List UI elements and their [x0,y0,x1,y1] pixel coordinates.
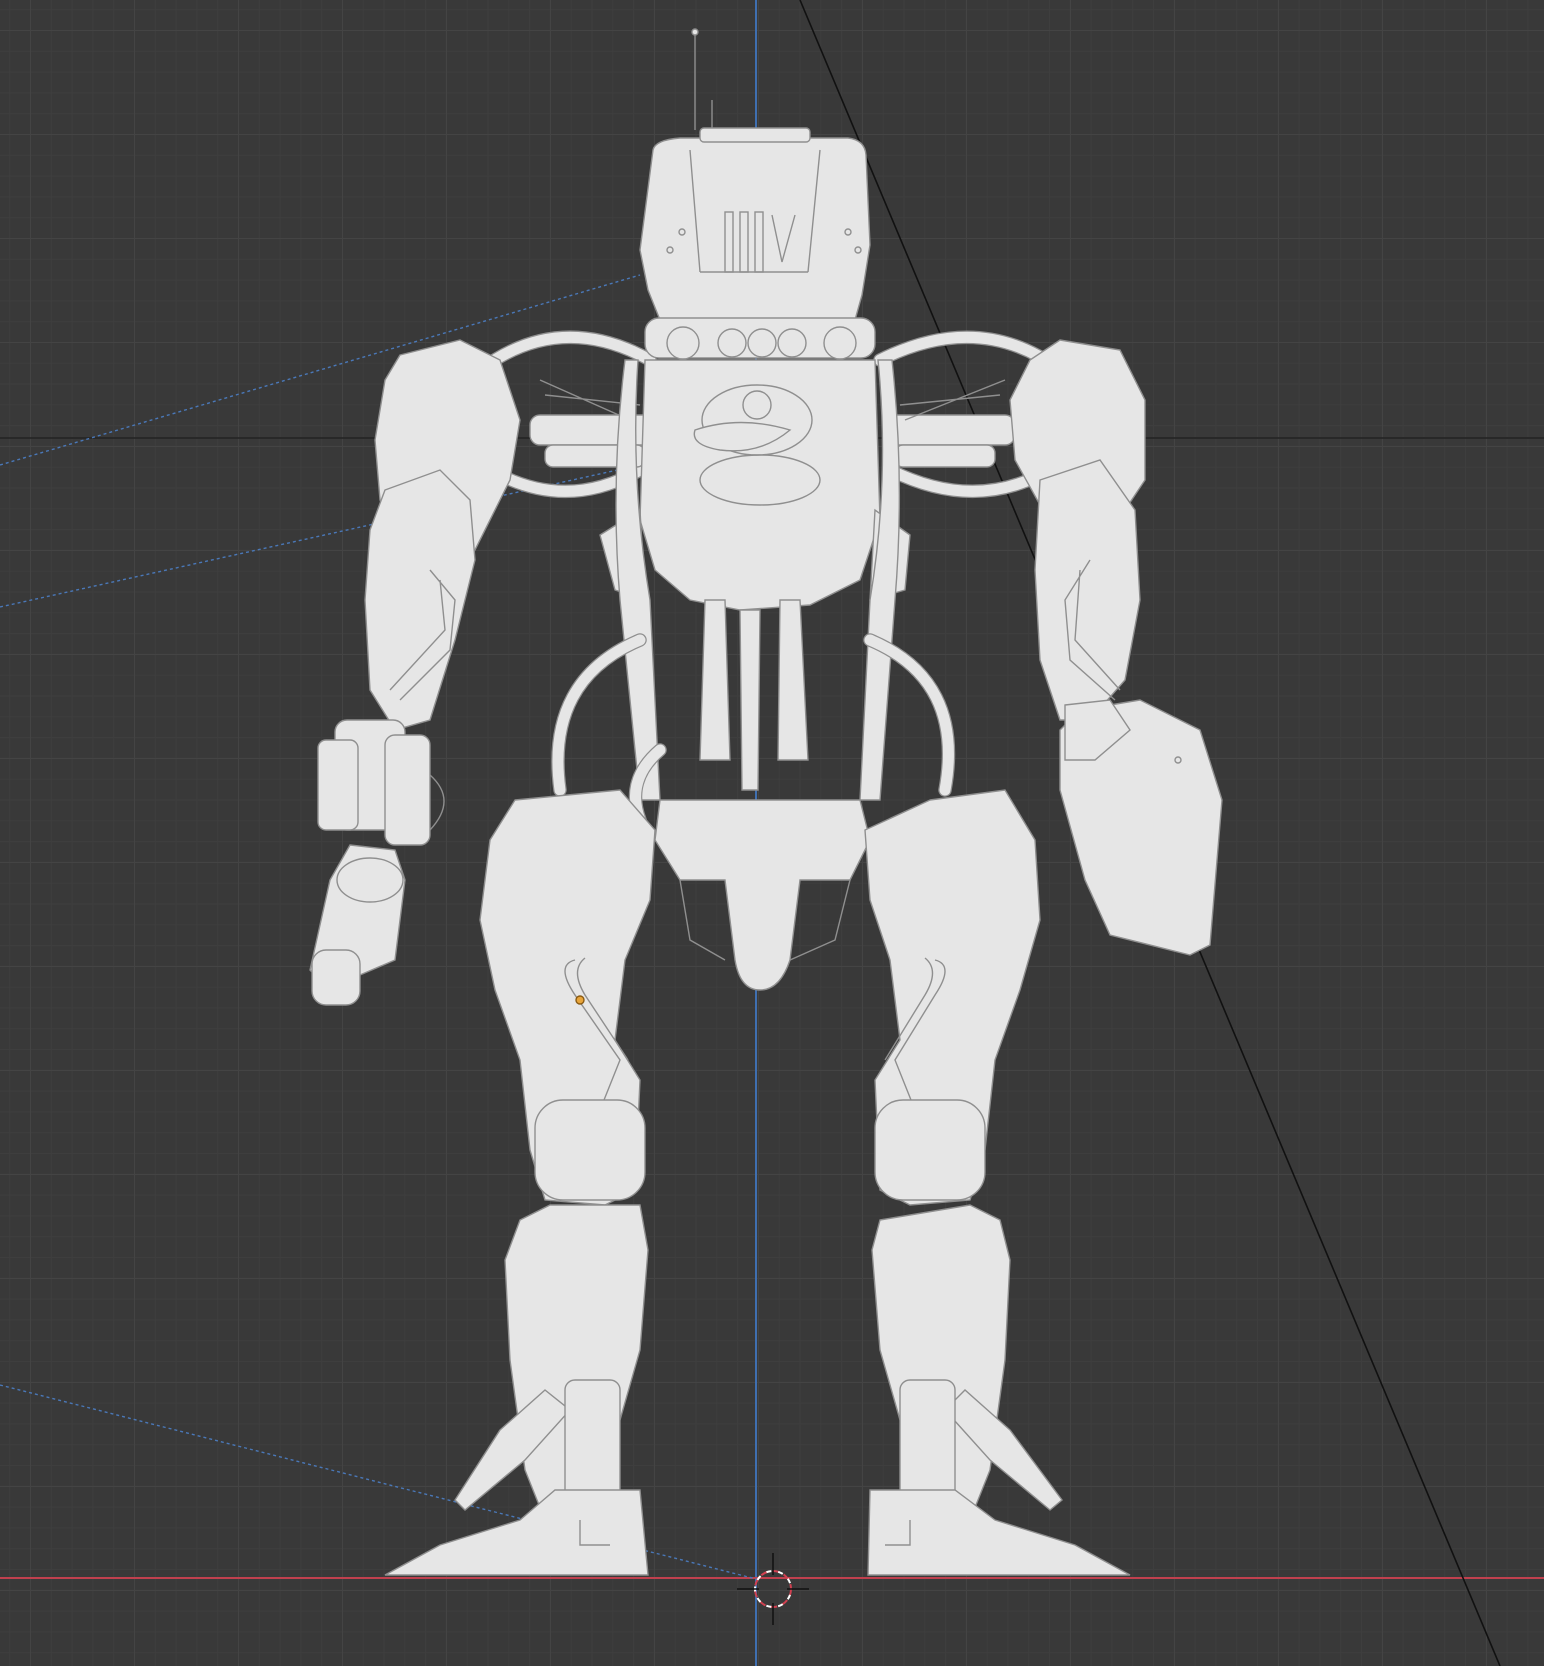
robot-collar [644,317,876,360]
robot-right-arm[interactable] [1009,339,1223,956]
3d-viewport[interactable] [0,0,1544,1666]
robot-left-leg[interactable] [384,789,656,1576]
viewport-canvas[interactable] [0,0,1544,1666]
robot-head[interactable] [639,127,871,321]
robot-pelvis[interactable] [654,799,871,991]
robot-right-leg[interactable] [864,789,1131,1576]
origin-marker[interactable] [575,995,585,1005]
robot-torso[interactable] [599,359,911,801]
robot-model[interactable] [309,28,1223,1576]
antenna-tip [691,28,699,36]
3d-cursor-icon[interactable] [737,1553,809,1625]
